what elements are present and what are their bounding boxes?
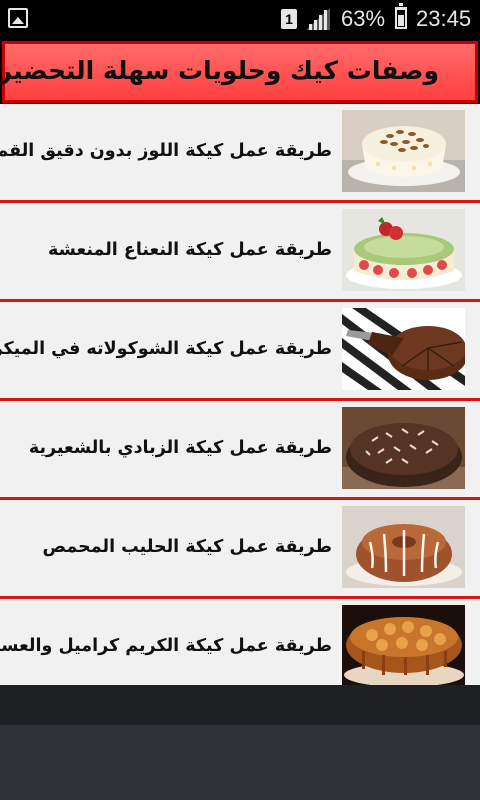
- list-item[interactable]: طريقة عمل كيكة الزبادي بالشعيرية: [0, 401, 480, 500]
- navigation-bar-area: [0, 725, 480, 800]
- almond-cake-image: [342, 110, 465, 192]
- recipe-title: طريقة عمل كيكة الكريم كراميل والعسل: [0, 636, 332, 656]
- list-item[interactable]: طريقة عمل كيكة الشوكولاته في الميكرووي: [0, 302, 480, 401]
- list-item[interactable]: طريقة عمل كيكة اللوز بدون دقيق القمح: [0, 104, 480, 203]
- sim-icon: 1: [281, 9, 297, 29]
- recipe-title: طريقة عمل كيكة النعناع المنعشة: [48, 240, 332, 260]
- list-item[interactable]: طريقة عمل كيكة النعناع المنعشة: [0, 203, 480, 302]
- yogurt-cake-image: [342, 407, 465, 489]
- chocolate-cake-image: [342, 308, 465, 390]
- app-header: وصفات كيك وحلويات سهلة التحضير: [0, 38, 480, 104]
- battery-fill: [398, 15, 404, 26]
- clock: 23:45: [416, 6, 472, 31]
- recipe-title: طريقة عمل كيكة الحليب المحمص: [42, 537, 332, 557]
- mint-cake-image: [342, 209, 465, 291]
- recipe-title: طريقة عمل كيكة اللوز بدون دقيق القمح: [0, 141, 332, 161]
- battery-icon: [395, 3, 407, 29]
- signal-icon: [306, 8, 330, 30]
- bottom-strip: [0, 685, 480, 725]
- caramel-honey-cake-image: [342, 605, 465, 685]
- header-banner: وصفات كيك وحلويات سهلة التحضير: [0, 41, 478, 103]
- list-item[interactable]: طريقة عمل كيكة الكريم كراميل والعسل: [0, 599, 480, 685]
- status-bar: 1 63% 23:45: [0, 0, 480, 38]
- recipe-title: طريقة عمل كيكة الزبادي بالشعيرية: [28, 438, 332, 458]
- list-item[interactable]: طريقة عمل كيكة الحليب المحمص: [0, 500, 480, 599]
- recipe-list[interactable]: طريقة عمل كيكة اللوز بدون دقيق القمح طري…: [0, 104, 480, 685]
- page-title: وصفات كيك وحلويات سهلة التحضير: [0, 56, 439, 85]
- gallery-notification-icon: [8, 8, 28, 28]
- battery-percent: 63%: [341, 6, 386, 31]
- recipe-title: طريقة عمل كيكة الشوكولاته في الميكرووي: [0, 339, 332, 359]
- toasted-milk-cake-image: [342, 506, 465, 588]
